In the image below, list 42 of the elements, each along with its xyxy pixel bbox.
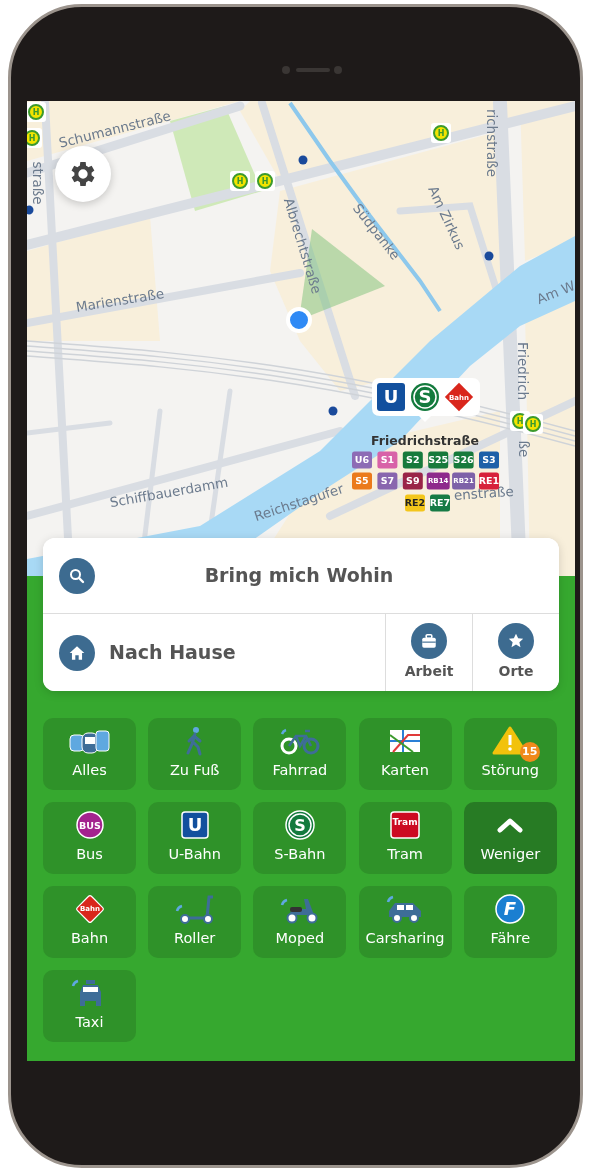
work-button[interactable]: Arbeit: [385, 614, 472, 691]
home-button[interactable]: Nach Hause: [43, 614, 385, 691]
mode-button[interactable]: U U-Bahn: [148, 802, 242, 874]
mode-button[interactable]: Alles: [43, 718, 136, 790]
bus-stop-icon[interactable]: H: [27, 102, 46, 122]
mode-button[interactable]: Taxi: [43, 970, 136, 1042]
bus-stop-icon[interactable]: H: [431, 123, 451, 143]
street-label: Friedrich: [515, 341, 531, 401]
mode-button[interactable]: S S-Bahn: [253, 802, 347, 874]
bus-stop-icon[interactable]: H: [27, 128, 42, 148]
mode-button[interactable]: Zu Fuß: [148, 718, 242, 790]
bus-stop-icon[interactable]: H: [523, 414, 543, 434]
mode-button[interactable]: Fahrrad: [253, 718, 347, 790]
mode-button[interactable]: Carsharing: [358, 886, 452, 958]
street-label: Am W: [534, 277, 575, 307]
places-button[interactable]: Orte: [472, 614, 559, 691]
mode-button[interactable]: BUS Bus: [43, 802, 136, 874]
pedestrian-icon: [186, 725, 204, 758]
mode-button[interactable]: Moped: [253, 886, 347, 958]
search-icon: [59, 557, 95, 594]
location-dot-icon: [286, 307, 312, 333]
stop-dot-icon: [484, 251, 494, 261]
briefcase-icon: [411, 623, 447, 659]
street-label: ße: [516, 440, 532, 458]
stop-dot-icon: [328, 406, 338, 416]
mode-button[interactable]: F Fähre: [463, 886, 557, 958]
home-icon: [59, 634, 95, 671]
mode-button[interactable]: Karten: [358, 718, 452, 790]
where-to-button[interactable]: Bring mich Wohin: [43, 538, 559, 614]
mode-button[interactable]: Störung 15: [463, 718, 557, 790]
station-name: Friedrichstraße: [371, 432, 479, 448]
mode-button[interactable]: Tram Tram: [358, 802, 452, 874]
mode-button[interactable]: Weniger: [463, 802, 557, 874]
stop-dot-icon: [298, 155, 308, 165]
mode-button[interactable]: Roller: [148, 886, 242, 958]
street-label: straße: [30, 161, 46, 205]
sbahn-symbol[interactable]: S: [411, 383, 439, 411]
bus-stop-icon[interactable]: H: [255, 171, 275, 191]
street-label: richstraße: [484, 108, 500, 178]
bus-stop-icon[interactable]: H: [230, 171, 250, 191]
ubahn-symbol[interactable]: U: [377, 383, 405, 411]
count-badge: 15: [519, 742, 540, 762]
